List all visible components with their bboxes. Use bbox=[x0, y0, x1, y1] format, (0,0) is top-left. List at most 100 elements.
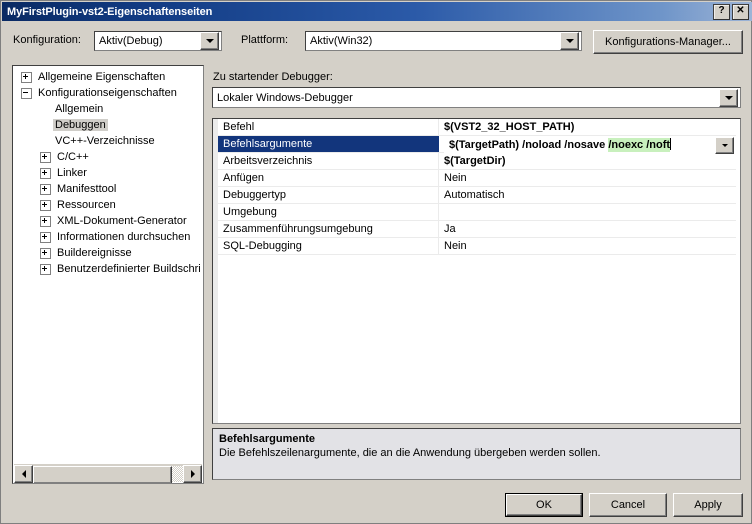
property-row[interactable]: Umgebung bbox=[218, 204, 736, 221]
tree-item-label: C/C++ bbox=[57, 151, 89, 163]
chevron-down-icon[interactable] bbox=[560, 32, 579, 50]
expand-icon[interactable] bbox=[40, 231, 51, 243]
property-row[interactable]: Befehlsargumente $(TargetPath) /noload /n… bbox=[218, 136, 736, 154]
property-tree-items: Allgemeine Eigenschaften Konfigurationsei… bbox=[13, 69, 203, 459]
property-name: Umgebung bbox=[218, 204, 439, 220]
tree-item-label: Allgemeine Eigenschaften bbox=[38, 71, 166, 83]
tree-item-label: VC++-Verzeichnisse bbox=[55, 135, 155, 147]
tree-item[interactable]: Allgemeine Eigenschaften bbox=[13, 69, 203, 85]
chevron-down-icon[interactable] bbox=[200, 32, 219, 50]
collapse-icon[interactable] bbox=[21, 87, 32, 99]
property-value[interactable]: $(VST2_32_HOST_PATH) bbox=[439, 119, 736, 135]
expand-icon[interactable] bbox=[40, 215, 51, 227]
tree-item[interactable]: Linker bbox=[13, 165, 203, 181]
tree-item[interactable]: Benutzerdefinierter Buildschri bbox=[13, 261, 203, 277]
property-value[interactable]: Nein bbox=[439, 238, 736, 254]
property-name: Anfügen bbox=[218, 170, 439, 186]
tree-item-label: Buildereignisse bbox=[57, 247, 132, 259]
expand-icon[interactable] bbox=[40, 263, 51, 275]
description-title: Befehlsargumente bbox=[219, 433, 315, 445]
property-row[interactable]: Anfügen Nein bbox=[218, 170, 736, 187]
tree-item[interactable]: Buildereignisse bbox=[13, 245, 203, 261]
property-value[interactable]: Automatisch bbox=[439, 187, 736, 203]
debugger-value: Lokaler Windows-Debugger bbox=[217, 91, 353, 104]
property-name: Arbeitsverzeichnis bbox=[218, 153, 439, 169]
tree-item-label: Informationen durchsuchen bbox=[57, 231, 191, 243]
tree-item[interactable]: Allgemein bbox=[13, 101, 203, 117]
property-grid-rows: Befehl $(VST2_32_HOST_PATH) Befehlsargumen… bbox=[218, 119, 736, 255]
close-icon[interactable]: ✕ bbox=[732, 3, 749, 20]
property-name: Befehlsargumente bbox=[218, 136, 439, 152]
tree-item[interactable]: Manifesttool bbox=[13, 181, 203, 197]
tree-item[interactable]: Ressourcen bbox=[13, 197, 203, 213]
tree-item[interactable]: Debuggen bbox=[13, 117, 203, 133]
configuration-label: Konfiguration: bbox=[13, 34, 81, 46]
expand-icon[interactable] bbox=[40, 151, 51, 163]
platform-dropdown[interactable]: Aktiv(Win32) bbox=[305, 31, 582, 51]
tree-item-label: Linker bbox=[57, 167, 87, 179]
property-tree[interactable]: Allgemeine Eigenschaften Konfigurationsei… bbox=[12, 65, 204, 484]
value-dropdown-icon[interactable] bbox=[715, 137, 734, 154]
property-name: Zusammenführungsumgebung bbox=[218, 221, 439, 237]
tree-item[interactable]: VC++-Verzeichnisse bbox=[13, 133, 203, 149]
scroll-right-icon[interactable] bbox=[183, 464, 202, 483]
property-row[interactable]: Debuggertyp Automatisch bbox=[218, 187, 736, 204]
tree-item-label: Konfigurationseigenschaften bbox=[38, 87, 177, 99]
property-name: SQL-Debugging bbox=[218, 238, 439, 254]
title-bar-buttons: ? ✕ bbox=[713, 3, 752, 20]
tree-item[interactable]: Konfigurationseigenschaften bbox=[13, 85, 203, 101]
tree-horizontal-scrollbar[interactable] bbox=[14, 464, 202, 483]
property-value-text: $(TargetPath) /noload /nosave /noexc /no… bbox=[444, 138, 672, 152]
scrollbar-track[interactable] bbox=[33, 465, 183, 483]
chevron-down-icon[interactable] bbox=[719, 88, 738, 107]
scrollbar-thumb[interactable] bbox=[33, 465, 172, 483]
tree-item[interactable]: C/C++ bbox=[13, 149, 203, 165]
expand-icon[interactable] bbox=[21, 71, 32, 83]
help-icon[interactable]: ? bbox=[713, 3, 730, 20]
expand-icon[interactable] bbox=[40, 167, 51, 179]
ok-button-label: OK bbox=[506, 494, 582, 516]
properties-dialog: MyFirstPlugin-vst2-Eigenschaftenseiten ?… bbox=[0, 0, 752, 524]
property-value[interactable]: Ja bbox=[439, 221, 736, 237]
property-value[interactable]: Nein bbox=[439, 170, 736, 186]
selected-text-highlight: /noexc /noft bbox=[608, 138, 671, 152]
expand-icon[interactable] bbox=[40, 183, 51, 195]
tree-item[interactable]: Informationen durchsuchen bbox=[13, 229, 203, 245]
tree-item[interactable]: XML-Dokument-Generator bbox=[13, 213, 203, 229]
configuration-toolbar: Konfiguration: Aktiv(Debug) Plattform: A… bbox=[1, 28, 752, 54]
tree-item-label: Allgemein bbox=[55, 103, 104, 115]
debugger-label: Zu startender Debugger: bbox=[213, 71, 333, 83]
tree-item-label: Manifesttool bbox=[57, 183, 117, 195]
config-manager-button[interactable]: Konfigurations-Manager... bbox=[593, 30, 743, 54]
property-value-editor[interactable]: $(TargetPath) /noload /nosave /noexc /no… bbox=[444, 136, 736, 154]
property-row[interactable]: Zusammenführungsumgebung Ja bbox=[218, 221, 736, 238]
property-value-prefix: $(TargetPath) /noload /nosave bbox=[449, 139, 609, 151]
tree-item-label: Debuggen bbox=[53, 119, 108, 131]
property-row[interactable]: SQL-Debugging Nein bbox=[218, 238, 736, 255]
configuration-dropdown[interactable]: Aktiv(Debug) bbox=[94, 31, 222, 51]
property-value[interactable] bbox=[439, 204, 736, 220]
text-caret bbox=[670, 138, 672, 150]
property-value[interactable]: $(TargetDir) bbox=[439, 153, 736, 169]
scroll-left-icon[interactable] bbox=[14, 464, 33, 483]
property-row[interactable]: Befehl $(VST2_32_HOST_PATH) bbox=[218, 119, 736, 136]
configuration-value: Aktiv(Debug) bbox=[99, 35, 163, 47]
tree-item-label: Ressourcen bbox=[57, 199, 116, 211]
platform-label: Plattform: bbox=[241, 34, 289, 46]
ok-button[interactable]: OK bbox=[505, 493, 583, 517]
debugger-dropdown[interactable]: Lokaler Windows-Debugger bbox=[212, 87, 741, 108]
platform-value: Aktiv(Win32) bbox=[310, 35, 373, 47]
property-row[interactable]: Arbeitsverzeichnis $(TargetDir) bbox=[218, 153, 736, 170]
tree-item-label: XML-Dokument-Generator bbox=[57, 215, 187, 227]
title-bar: MyFirstPlugin-vst2-Eigenschaftenseiten ?… bbox=[2, 2, 752, 21]
expand-icon[interactable] bbox=[40, 199, 51, 211]
expand-icon[interactable] bbox=[40, 247, 51, 259]
tree-item-label: Benutzerdefinierter Buildschri bbox=[57, 263, 201, 275]
apply-button[interactable]: Apply bbox=[673, 493, 743, 517]
property-grid[interactable]: Befehl $(VST2_32_HOST_PATH) Befehlsargumen… bbox=[212, 118, 741, 424]
property-name: Debuggertyp bbox=[218, 187, 439, 203]
cancel-button[interactable]: Cancel bbox=[589, 493, 667, 517]
window-title: MyFirstPlugin-vst2-Eigenschaftenseiten bbox=[7, 5, 213, 18]
description-panel: Befehlsargumente Die Befehlszeilenargume… bbox=[212, 428, 741, 480]
description-body: Die Befehlszeilenargumente, die an die A… bbox=[219, 447, 601, 459]
